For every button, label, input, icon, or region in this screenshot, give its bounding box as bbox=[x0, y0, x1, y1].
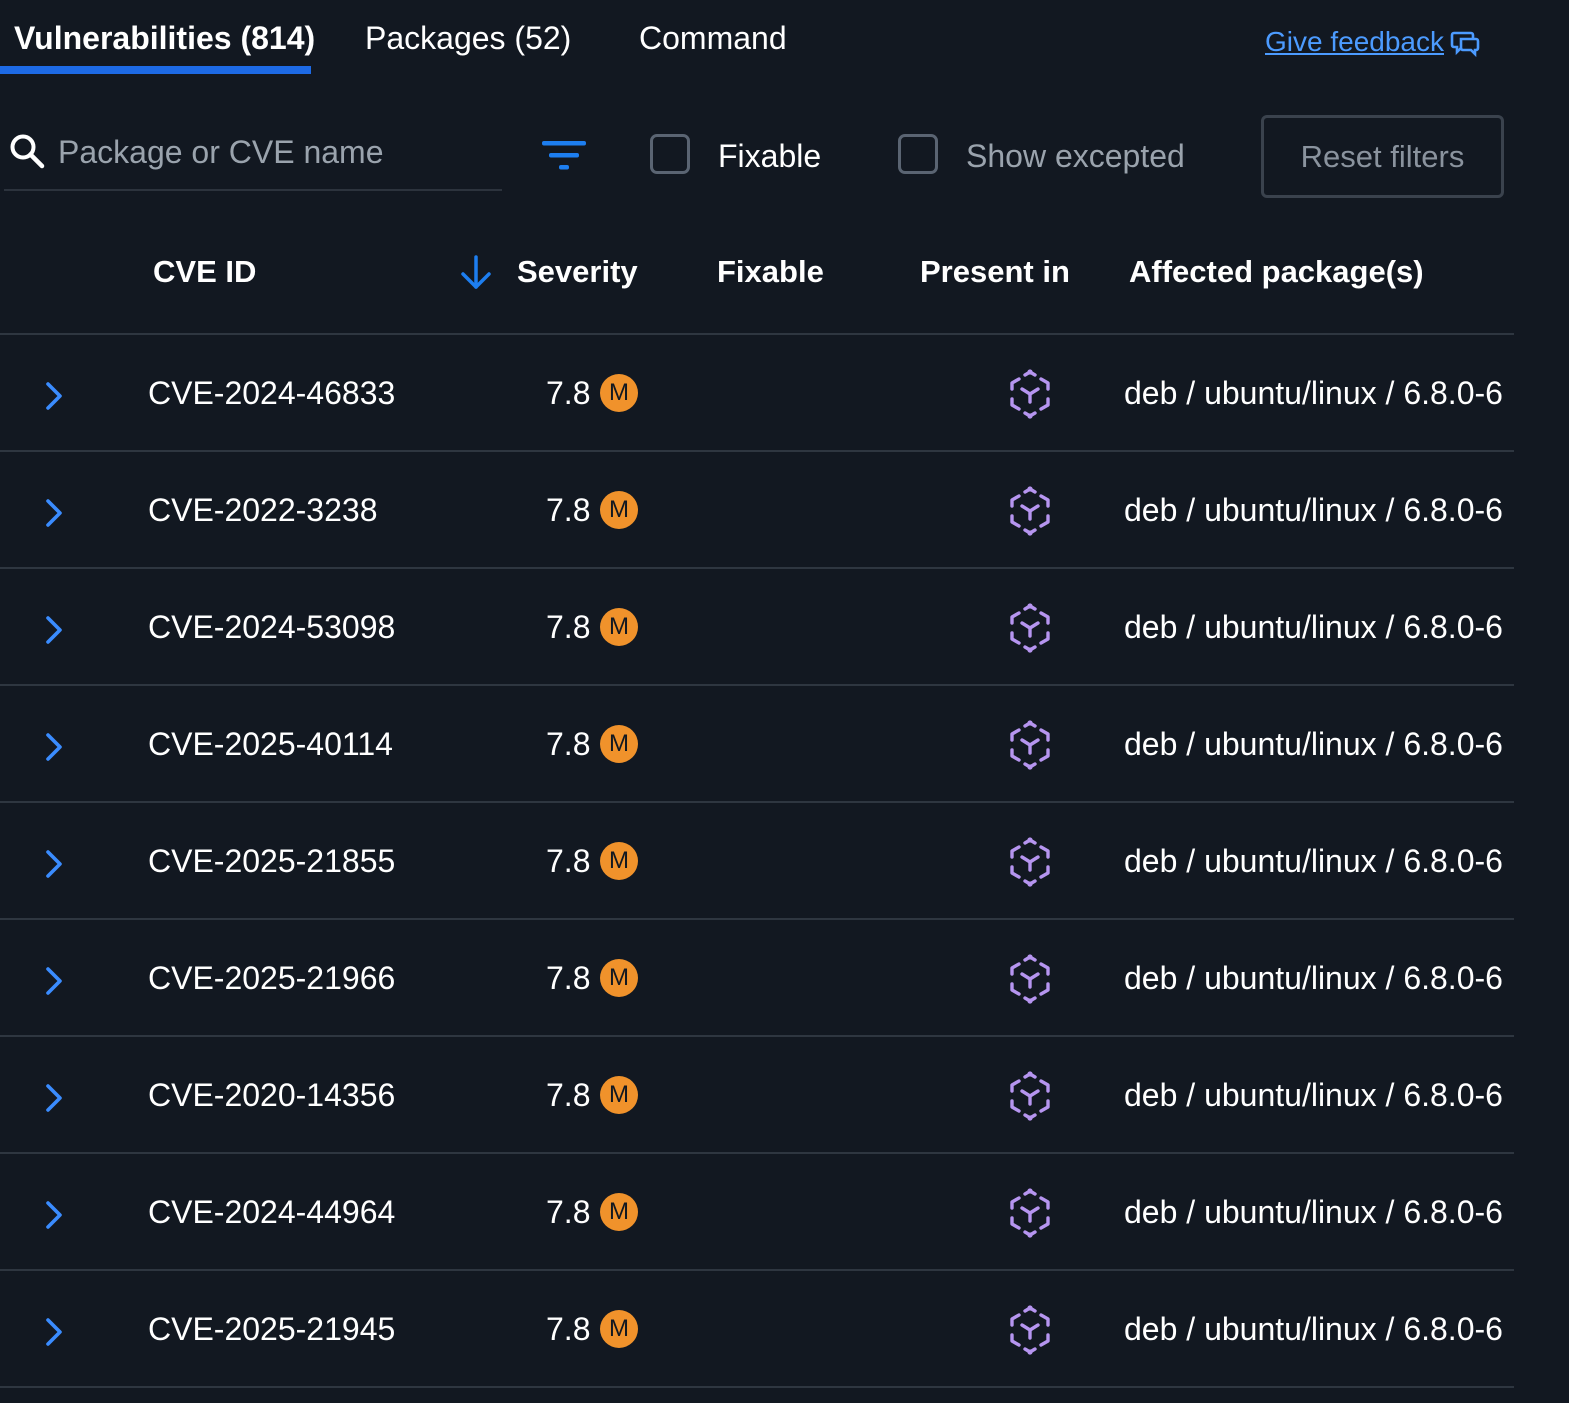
cve-id-link[interactable]: CVE-2022-3238 bbox=[148, 490, 377, 530]
cve-id-link[interactable]: CVE-2024-53098 bbox=[148, 607, 395, 647]
chevron-right-icon[interactable] bbox=[40, 496, 68, 530]
severity-badge: M bbox=[600, 1193, 638, 1231]
chevron-right-icon[interactable] bbox=[40, 379, 68, 413]
show-excepted-checkbox-label[interactable]: Show excepted bbox=[966, 134, 1185, 178]
row-divider bbox=[0, 1386, 1514, 1388]
chevron-right-icon[interactable] bbox=[40, 1198, 68, 1232]
chevron-right-icon[interactable] bbox=[40, 730, 68, 764]
base-image-layer-icon bbox=[1010, 954, 1050, 1004]
cve-id-link[interactable]: CVE-2025-40114 bbox=[148, 724, 393, 764]
give-feedback-link[interactable]: Give feedback bbox=[1265, 22, 1444, 62]
affected-package: deb / ubuntu/linux / 6.8.0-6 bbox=[1124, 1311, 1503, 1347]
base-image-layer-icon bbox=[1010, 603, 1050, 653]
affected-package: deb / ubuntu/linux / 6.8.0-6 bbox=[1124, 375, 1503, 411]
severity-badge: M bbox=[600, 725, 638, 763]
affected-package: deb / ubuntu/linux / 6.8.0-6 bbox=[1124, 843, 1503, 879]
search-input-underline bbox=[4, 189, 502, 191]
affected-package-cell: deb / ubuntu/linux / 6.8.0-6 bbox=[1124, 1073, 1514, 1117]
affected-package-cell: deb / ubuntu/linux / 6.8.0-6 bbox=[1124, 488, 1514, 532]
affected-package-cell: deb / ubuntu/linux / 6.8.0-6 bbox=[1124, 1190, 1514, 1234]
base-image-layer-icon bbox=[1010, 837, 1050, 887]
fixable-checkbox-label[interactable]: Fixable bbox=[718, 134, 821, 178]
column-header-affected-packages[interactable]: Affected package(s) bbox=[1129, 250, 1424, 294]
severity-score: 7.8 bbox=[546, 609, 591, 645]
table-row[interactable]: CVE-2024-44964 7.8 M deb / ubuntu/linux … bbox=[0, 1154, 1514, 1271]
column-header-present-in[interactable]: Present in bbox=[920, 250, 1070, 294]
tab-command[interactable]: Command bbox=[639, 16, 787, 60]
affected-package: deb / ubuntu/linux / 6.8.0-6 bbox=[1124, 726, 1503, 762]
severity-score: 7.8 bbox=[546, 843, 591, 879]
affected-package-cell: deb / ubuntu/linux / 6.8.0-6 bbox=[1124, 722, 1514, 766]
base-image-layer-icon bbox=[1010, 720, 1050, 770]
severity-badge: M bbox=[600, 491, 638, 529]
column-header-fixable[interactable]: Fixable bbox=[717, 250, 824, 294]
cve-id-link[interactable]: CVE-2024-46833 bbox=[148, 373, 395, 413]
reset-filters-button[interactable]: Reset filters bbox=[1261, 115, 1504, 198]
tab-packages[interactable]: Packages (52) bbox=[365, 16, 571, 60]
cve-id-link[interactable]: CVE-2025-21966 bbox=[148, 958, 395, 998]
cve-id-link[interactable]: CVE-2024-44964 bbox=[148, 1192, 395, 1232]
search-input[interactable] bbox=[58, 126, 498, 178]
base-image-layer-icon bbox=[1010, 369, 1050, 419]
table-row[interactable]: CVE-2025-21855 7.8 M deb / ubuntu/linux … bbox=[0, 803, 1514, 920]
table-row[interactable]: CVE-2025-21945 7.8 M deb / ubuntu/linux … bbox=[0, 1271, 1514, 1388]
severity-badge: M bbox=[600, 842, 638, 880]
base-image-layer-icon bbox=[1010, 1305, 1050, 1355]
chevron-right-icon[interactable] bbox=[40, 1315, 68, 1349]
cve-id-link[interactable]: CVE-2025-21855 bbox=[148, 841, 395, 881]
tab-vulnerabilities[interactable]: Vulnerabilities (814) bbox=[14, 16, 315, 60]
severity-badge: M bbox=[600, 1310, 638, 1348]
base-image-layer-icon bbox=[1010, 1071, 1050, 1121]
affected-package-cell: deb / ubuntu/linux / 6.8.0-6 bbox=[1124, 839, 1514, 883]
severity-badge: M bbox=[600, 374, 638, 412]
active-tab-indicator bbox=[0, 66, 311, 74]
column-header-severity[interactable]: Severity bbox=[517, 250, 638, 294]
chevron-right-icon[interactable] bbox=[40, 964, 68, 998]
table-row[interactable]: CVE-2020-14356 7.8 M deb / ubuntu/linux … bbox=[0, 1037, 1514, 1154]
severity-badge: M bbox=[600, 1076, 638, 1114]
affected-package-cell: deb / ubuntu/linux / 6.8.0-6 bbox=[1124, 605, 1514, 649]
chevron-right-icon[interactable] bbox=[40, 1081, 68, 1115]
base-image-layer-icon bbox=[1010, 486, 1050, 536]
severity-score: 7.8 bbox=[546, 375, 591, 411]
table-row[interactable]: CVE-2025-40114 7.8 M deb / ubuntu/linux … bbox=[0, 686, 1514, 803]
cve-id-link[interactable]: CVE-2025-21945 bbox=[148, 1309, 395, 1349]
table-row[interactable]: CVE-2025-21966 7.8 M deb / ubuntu/linux … bbox=[0, 920, 1514, 1037]
table-row[interactable]: CVE-2024-53098 7.8 M deb / ubuntu/linux … bbox=[0, 569, 1514, 686]
affected-package: deb / ubuntu/linux / 6.8.0-6 bbox=[1124, 1077, 1503, 1113]
chevron-right-icon[interactable] bbox=[40, 613, 68, 647]
chat-bubble-icon[interactable] bbox=[1450, 28, 1480, 58]
severity-score: 7.8 bbox=[546, 726, 591, 762]
show-excepted-checkbox[interactable] bbox=[898, 134, 938, 174]
affected-package: deb / ubuntu/linux / 6.8.0-6 bbox=[1124, 492, 1503, 528]
severity-score: 7.8 bbox=[546, 960, 591, 996]
chevron-right-icon[interactable] bbox=[40, 847, 68, 881]
filter-icon[interactable] bbox=[542, 138, 588, 174]
column-header-cve-id[interactable]: CVE ID bbox=[153, 250, 256, 294]
base-image-layer-icon bbox=[1010, 1188, 1050, 1238]
table-row[interactable]: CVE-2024-46833 7.8 M deb / ubuntu/linux … bbox=[0, 335, 1514, 452]
search-icon bbox=[10, 134, 45, 169]
affected-package: deb / ubuntu/linux / 6.8.0-6 bbox=[1124, 1194, 1503, 1230]
severity-score: 7.8 bbox=[546, 1077, 591, 1113]
severity-score: 7.8 bbox=[546, 1194, 591, 1230]
severity-score: 7.8 bbox=[546, 1311, 591, 1347]
arrow-down-icon[interactable] bbox=[457, 254, 495, 292]
affected-package-cell: deb / ubuntu/linux / 6.8.0-6 bbox=[1124, 1307, 1514, 1351]
table-row[interactable]: CVE-2022-3238 7.8 M deb / ubuntu/linux /… bbox=[0, 452, 1514, 569]
fixable-checkbox[interactable] bbox=[650, 134, 690, 174]
cve-id-link[interactable]: CVE-2020-14356 bbox=[148, 1075, 395, 1115]
affected-package: deb / ubuntu/linux / 6.8.0-6 bbox=[1124, 609, 1503, 645]
severity-score: 7.8 bbox=[546, 492, 591, 528]
affected-package-cell: deb / ubuntu/linux / 6.8.0-6 bbox=[1124, 956, 1514, 1000]
severity-badge: M bbox=[600, 959, 638, 997]
severity-badge: M bbox=[600, 608, 638, 646]
affected-package: deb / ubuntu/linux / 6.8.0-6 bbox=[1124, 960, 1503, 996]
affected-package-cell: deb / ubuntu/linux / 6.8.0-6 bbox=[1124, 371, 1514, 415]
